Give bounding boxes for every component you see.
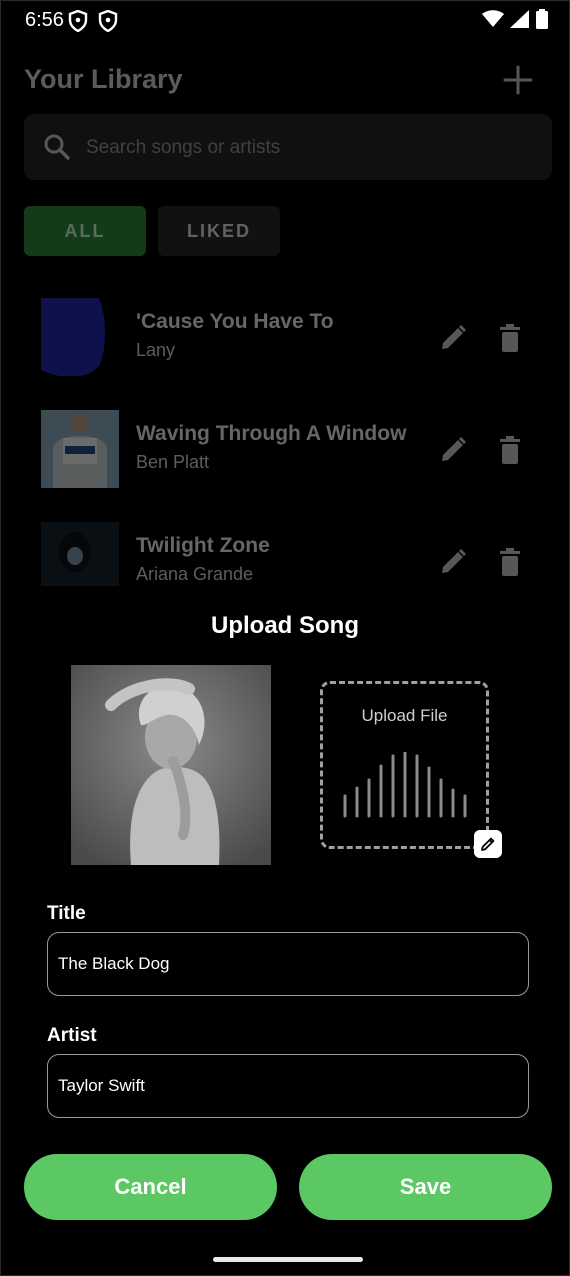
filter-chip-all[interactable]: ALL bbox=[24, 206, 146, 256]
status-system-icons bbox=[482, 9, 548, 29]
status-bar: 6:56 bbox=[0, 0, 570, 42]
song-row[interactable]: Twilight Zone Ariana Grande bbox=[0, 522, 570, 602]
filter-chip-liked[interactable]: LIKED bbox=[158, 206, 280, 256]
status-time: 6:56 bbox=[25, 9, 64, 31]
search-placeholder: Search songs or artists bbox=[86, 137, 281, 158]
album-art bbox=[41, 522, 119, 586]
edit-icon[interactable] bbox=[437, 322, 469, 354]
song-artist: Ben Platt bbox=[136, 452, 210, 472]
pencil-icon[interactable] bbox=[474, 830, 502, 858]
shield-icon bbox=[68, 10, 88, 32]
signal-icon bbox=[510, 10, 529, 28]
song-artist: Ariana Grande bbox=[136, 564, 254, 584]
edit-icon[interactable] bbox=[437, 434, 469, 466]
cover-image-picker[interactable] bbox=[71, 665, 271, 865]
wifi-icon bbox=[482, 10, 504, 27]
add-icon[interactable] bbox=[502, 64, 534, 96]
delete-icon[interactable] bbox=[494, 546, 526, 578]
save-button[interactable]: Save bbox=[299, 1154, 552, 1220]
album-art bbox=[41, 410, 119, 488]
artist-field[interactable] bbox=[47, 1054, 529, 1118]
delete-icon[interactable] bbox=[494, 434, 526, 466]
status-notification-icons bbox=[68, 10, 118, 32]
search-bar[interactable]: Search songs or artists bbox=[24, 114, 552, 180]
battery-icon bbox=[536, 9, 548, 29]
page-title: Your Library bbox=[24, 64, 183, 94]
delete-icon[interactable] bbox=[494, 322, 526, 354]
song-artist: Lany bbox=[136, 340, 176, 360]
song-title: 'Cause You Have To bbox=[136, 310, 334, 333]
song-title: Waving Through A Window bbox=[136, 422, 407, 445]
song-row[interactable]: 'Cause You Have To Lany bbox=[0, 298, 570, 378]
title-label: Title bbox=[47, 903, 86, 924]
shield-icon bbox=[98, 10, 118, 32]
cover-image bbox=[71, 665, 271, 865]
upload-song-heading: Upload Song bbox=[211, 612, 359, 639]
title-field[interactable] bbox=[47, 932, 529, 996]
song-title: Twilight Zone bbox=[136, 534, 270, 557]
cancel-button[interactable]: Cancel bbox=[24, 1154, 277, 1220]
audio-waveform-icon bbox=[343, 752, 467, 818]
edit-icon[interactable] bbox=[437, 546, 469, 578]
upload-file-label: Upload File bbox=[361, 706, 448, 725]
library-screen: Your Library Search songs or artists ALL… bbox=[0, 42, 570, 602]
artist-label: Artist bbox=[47, 1025, 97, 1046]
upload-file-dropzone[interactable]: Upload File bbox=[320, 681, 489, 849]
song-row[interactable]: Waving Through A Window Ben Platt bbox=[0, 410, 570, 490]
home-indicator bbox=[213, 1257, 363, 1262]
album-art bbox=[41, 298, 119, 376]
search-icon bbox=[44, 134, 70, 160]
